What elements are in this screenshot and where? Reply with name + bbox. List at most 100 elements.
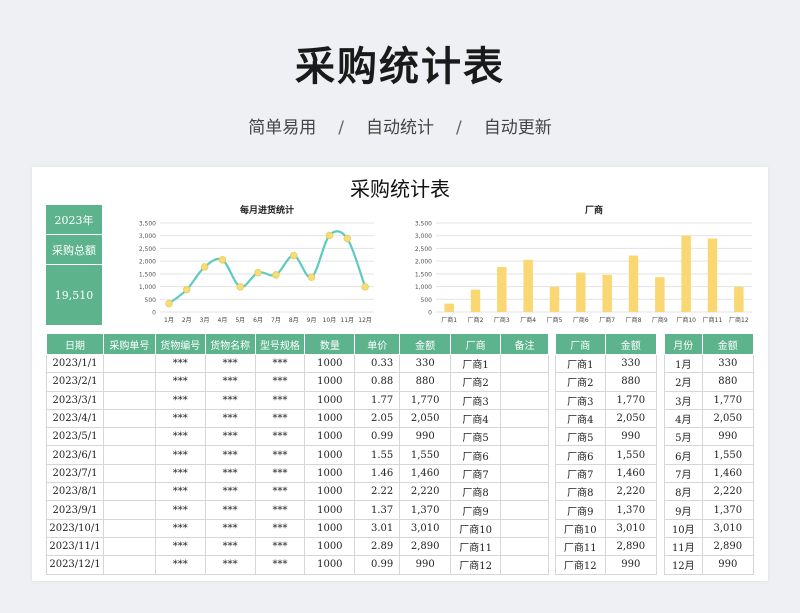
table-cell[interactable]: 3,010 xyxy=(701,518,755,538)
table-cell[interactable]: 厂商8 xyxy=(555,482,606,502)
table-cell[interactable]: *** xyxy=(254,482,306,502)
table-cell[interactable] xyxy=(102,353,156,374)
table-cell[interactable]: *** xyxy=(254,427,306,447)
table-cell[interactable]: *** xyxy=(154,390,206,410)
table-cell[interactable]: 1,550 xyxy=(604,445,658,465)
main-table-header[interactable]: 货物编号 xyxy=(154,333,206,355)
table-cell[interactable]: 2023/12/1 xyxy=(46,555,104,575)
table-cell[interactable]: 2023/5/1 xyxy=(46,427,104,447)
table-cell[interactable]: 厂商8 xyxy=(450,482,502,502)
table-cell[interactable]: 0.99 xyxy=(354,555,401,575)
table-cell[interactable]: 1.46 xyxy=(354,463,401,484)
table-cell[interactable] xyxy=(102,536,156,557)
table-cell[interactable]: 990 xyxy=(399,555,452,575)
table-cell[interactable] xyxy=(500,408,549,429)
month-table-header[interactable]: 月份 xyxy=(664,333,703,355)
main-table-header[interactable]: 货物名称 xyxy=(204,333,256,355)
table-cell[interactable]: *** xyxy=(254,390,306,410)
table-cell[interactable]: 厂商2 xyxy=(555,372,606,392)
table-cell[interactable]: 1000 xyxy=(304,518,356,538)
table-cell[interactable]: 3月 xyxy=(664,390,703,410)
table-cell[interactable]: 1000 xyxy=(304,536,356,557)
table-cell[interactable]: *** xyxy=(154,427,206,447)
table-cell[interactable]: 990 xyxy=(604,427,658,447)
table-cell[interactable]: 2023/6/1 xyxy=(46,445,104,465)
main-table-header[interactable]: 单价 xyxy=(354,333,401,355)
total-value-cell[interactable]: 19,510 xyxy=(46,265,102,325)
table-cell[interactable]: 1000 xyxy=(304,463,356,484)
table-cell[interactable]: 8月 xyxy=(664,482,703,502)
table-cell[interactable]: 11月 xyxy=(664,536,703,557)
table-cell[interactable]: 2,220 xyxy=(604,482,658,502)
table-cell[interactable]: *** xyxy=(254,445,306,465)
table-cell[interactable]: 厂商4 xyxy=(450,408,502,429)
table-cell[interactable]: 2,890 xyxy=(399,536,452,557)
table-cell[interactable]: 1,770 xyxy=(604,390,658,410)
table-cell[interactable]: 2023/1/1 xyxy=(46,353,104,374)
table-cell[interactable]: *** xyxy=(154,555,206,575)
table-cell[interactable] xyxy=(102,408,156,429)
table-cell[interactable]: *** xyxy=(154,536,206,557)
table-cell[interactable]: 1,460 xyxy=(604,463,658,484)
table-cell[interactable]: 厂商5 xyxy=(555,427,606,447)
table-cell[interactable] xyxy=(102,463,156,484)
table-cell[interactable] xyxy=(500,555,549,575)
table-cell[interactable]: 1,370 xyxy=(399,500,452,520)
table-cell[interactable]: 990 xyxy=(604,555,658,575)
table-cell[interactable]: *** xyxy=(204,463,256,484)
table-cell[interactable] xyxy=(500,500,549,520)
table-cell[interactable]: 厂商12 xyxy=(450,555,502,575)
table-cell[interactable]: 厂商6 xyxy=(450,445,502,465)
table-cell[interactable]: 1000 xyxy=(304,408,356,429)
table-cell[interactable]: *** xyxy=(254,555,306,575)
table-cell[interactable]: *** xyxy=(204,427,256,447)
table-cell[interactable] xyxy=(102,390,156,410)
year-cell[interactable]: 2023年 xyxy=(46,205,102,235)
table-cell[interactable]: 1,370 xyxy=(604,500,658,520)
table-cell[interactable]: 6月 xyxy=(664,445,703,465)
table-cell[interactable]: *** xyxy=(254,518,306,538)
table-cell[interactable]: 厂商3 xyxy=(450,390,502,410)
table-cell[interactable]: 0.99 xyxy=(354,427,401,447)
table-cell[interactable]: 厂商2 xyxy=(450,372,502,392)
table-cell[interactable]: 厂商1 xyxy=(555,353,606,374)
table-cell[interactable]: 880 xyxy=(701,372,755,392)
table-cell[interactable]: 1000 xyxy=(304,555,356,575)
table-cell[interactable]: 9月 xyxy=(664,500,703,520)
total-label-cell[interactable]: 采购总额 xyxy=(46,235,102,265)
main-table-header[interactable]: 日期 xyxy=(46,333,104,355)
table-cell[interactable] xyxy=(500,463,549,484)
table-cell[interactable]: 1,460 xyxy=(399,463,452,484)
table-cell[interactable]: 2023/8/1 xyxy=(46,482,104,502)
table-cell[interactable] xyxy=(102,482,156,502)
table-cell[interactable]: 330 xyxy=(399,353,452,374)
table-cell[interactable]: 1000 xyxy=(304,445,356,465)
table-cell[interactable]: *** xyxy=(154,463,206,484)
table-cell[interactable] xyxy=(500,353,549,374)
table-cell[interactable]: 2.05 xyxy=(354,408,401,429)
table-cell[interactable] xyxy=(102,500,156,520)
table-cell[interactable]: 厂商1 xyxy=(450,353,502,374)
table-cell[interactable]: 厂商7 xyxy=(450,463,502,484)
table-cell[interactable]: 880 xyxy=(604,372,658,392)
table-cell[interactable]: 厂商4 xyxy=(555,408,606,429)
table-cell[interactable]: 2,050 xyxy=(604,408,658,429)
table-cell[interactable]: 厂商5 xyxy=(450,427,502,447)
table-cell[interactable]: 厂商7 xyxy=(555,463,606,484)
table-cell[interactable]: 1,460 xyxy=(701,463,755,484)
table-cell[interactable]: 2023/10/1 xyxy=(46,518,104,538)
vendor-table-header[interactable]: 厂商 xyxy=(555,333,606,355)
table-cell[interactable]: 1000 xyxy=(304,482,356,502)
table-cell[interactable]: *** xyxy=(204,353,256,374)
table-cell[interactable]: 1000 xyxy=(304,500,356,520)
table-cell[interactable]: 厂商12 xyxy=(555,555,606,575)
table-cell[interactable]: 330 xyxy=(701,353,755,374)
table-cell[interactable]: 厂商3 xyxy=(555,390,606,410)
table-cell[interactable]: *** xyxy=(204,445,256,465)
table-cell[interactable] xyxy=(500,482,549,502)
table-cell[interactable]: *** xyxy=(204,482,256,502)
table-cell[interactable] xyxy=(500,518,549,538)
table-cell[interactable]: 1.55 xyxy=(354,445,401,465)
table-cell[interactable]: 厂商6 xyxy=(555,445,606,465)
table-cell[interactable]: 7月 xyxy=(664,463,703,484)
